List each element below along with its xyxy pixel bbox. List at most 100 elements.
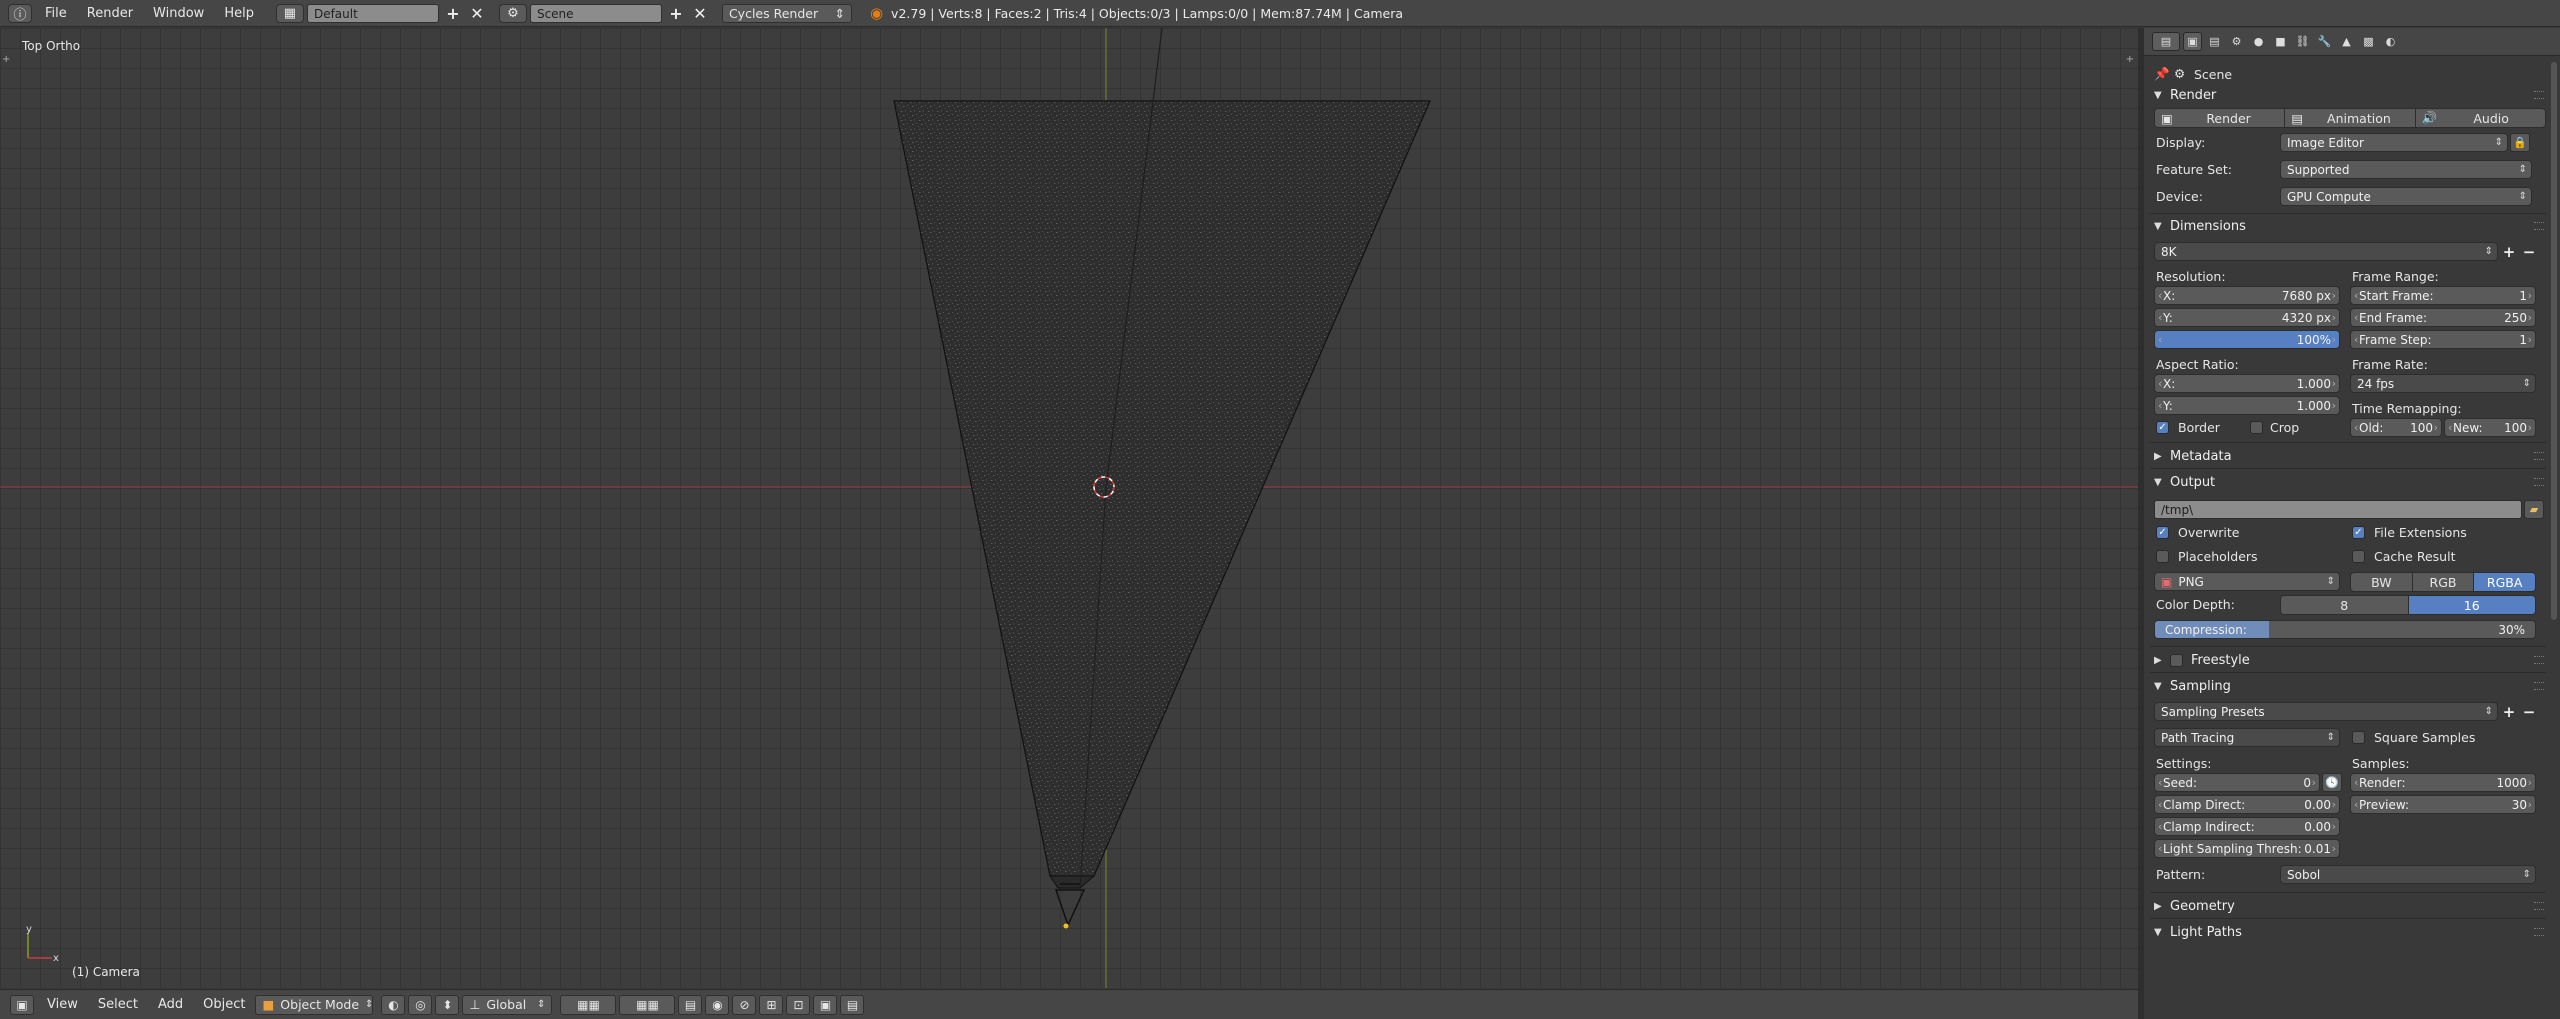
resolution-y-field[interactable]: Y: 4320 px <box>2154 308 2340 327</box>
resolution-x-field[interactable]: X: 7680 px <box>2154 286 2340 305</box>
color-mode-bw[interactable]: BW <box>2351 573 2413 591</box>
object-tab-icon[interactable]: ■ <box>2271 32 2290 51</box>
proportional-edit-icon[interactable]: ◉ <box>705 994 730 1015</box>
frame-rate-select[interactable]: 24 fps <box>2350 374 2536 393</box>
color-mode-rgba[interactable]: RGBA <box>2474 573 2535 591</box>
clamp-direct-field[interactable]: Clamp Direct: 0.00 <box>2154 795 2340 814</box>
render-preview-icon[interactable]: ▣ <box>813 994 838 1015</box>
placeholders-checkbox[interactable] <box>2156 550 2169 563</box>
snap-target-icon[interactable]: ⊡ <box>786 994 811 1015</box>
square-samples-checkbox[interactable] <box>2352 731 2365 744</box>
overwrite-checkbox[interactable]: ✓ <box>2156 526 2169 539</box>
pivot-point-icon[interactable]: ◎ <box>408 994 433 1015</box>
pattern-select[interactable]: Sobol <box>2280 865 2536 884</box>
drag-handle-icon[interactable] <box>2534 928 2544 936</box>
scene-name-field[interactable]: Scene <box>529 3 662 23</box>
mode-select[interactable]: ■ Object Mode ⇕ <box>255 994 374 1015</box>
panel-metadata-header[interactable]: ▶ Metadata <box>2150 444 2546 468</box>
drag-handle-icon[interactable] <box>2534 222 2544 230</box>
drag-handle-icon[interactable] <box>2534 656 2544 664</box>
pin-icon[interactable]: 📌 <box>2154 66 2170 82</box>
layout-name-field[interactable]: Default <box>306 3 439 23</box>
preview-samples-field[interactable]: Preview: 30 <box>2350 795 2536 814</box>
sampling-presets-select[interactable]: Sampling Presets <box>2154 702 2498 721</box>
border-checkbox[interactable]: ✓ <box>2156 421 2169 434</box>
device-select[interactable]: GPU Compute <box>2280 187 2532 206</box>
add-scene-icon[interactable]: + <box>666 4 686 23</box>
scene-tab-icon[interactable]: ⚙ <box>2227 32 2246 51</box>
menu-select[interactable]: Select <box>88 991 148 1018</box>
layers-grid-icon[interactable]: ▦▦ <box>619 994 676 1015</box>
crop-checkbox[interactable] <box>2250 421 2263 434</box>
panel-light-paths-header[interactable]: ▼ Light Paths <box>2150 920 2546 944</box>
time-old-field[interactable]: Old: 100 <box>2350 418 2442 437</box>
screen-layout-icon[interactable]: ▦ <box>275 3 304 23</box>
color-depth-16[interactable]: 16 <box>2408 596 2535 614</box>
color-depth-8[interactable]: 8 <box>2281 596 2409 614</box>
editor-type-icon[interactable]: ▣ <box>10 994 34 1015</box>
aspect-y-field[interactable]: Y: 1.000 <box>2154 396 2340 415</box>
render-preset-select[interactable]: 8K <box>2154 242 2498 261</box>
render-button[interactable]: ▣ Render <box>2155 109 2286 127</box>
add-preset-icon[interactable]: + <box>2500 242 2518 261</box>
clamp-indirect-field[interactable]: Clamp Indirect: 0.00 <box>2154 817 2340 836</box>
shading-mode-icon[interactable]: ◐ <box>381 994 406 1015</box>
seed-field[interactable]: Seed: 0 <box>2154 773 2320 792</box>
3d-viewport[interactable]: Top Ortho + + y x (1) Camera <box>0 28 2138 988</box>
lock-interface-icon[interactable]: 🔒 <box>2510 133 2530 152</box>
color-mode-rgb[interactable]: RGB <box>2412 573 2475 591</box>
layers-grid-icon[interactable]: ▦▦ <box>560 994 617 1015</box>
menu-object[interactable]: Object <box>193 991 255 1018</box>
close-scene-icon[interactable]: ✕ <box>690 4 710 23</box>
drag-handle-icon[interactable] <box>2534 902 2544 910</box>
end-frame-field[interactable]: End Frame: 250 <box>2350 308 2536 327</box>
integrator-select[interactable]: Path Tracing <box>2154 728 2340 747</box>
drag-handle-icon[interactable] <box>2534 91 2544 99</box>
render-samples-field[interactable]: Render: 1000 <box>2350 773 2536 792</box>
aspect-x-field[interactable]: X: 1.000 <box>2154 374 2340 393</box>
drag-handle-icon[interactable] <box>2534 478 2544 486</box>
menu-add[interactable]: Add <box>148 991 193 1018</box>
world-tab-icon[interactable]: ● <box>2249 32 2268 51</box>
snap-element-icon[interactable]: ⊞ <box>759 994 784 1015</box>
remove-preset-icon[interactable]: − <box>2520 702 2538 721</box>
drag-handle-icon[interactable] <box>2534 452 2544 460</box>
panel-geometry-header[interactable]: ▶ Geometry <box>2150 894 2546 918</box>
panel-sampling-header[interactable]: ▼ Sampling <box>2150 674 2546 698</box>
remove-preset-icon[interactable]: − <box>2520 242 2538 261</box>
frame-step-field[interactable]: Frame Step: 1 <box>2350 330 2536 349</box>
lock-layers-icon[interactable]: ▤ <box>678 994 703 1015</box>
panel-freestyle-header[interactable]: ▶ Freestyle <box>2150 648 2546 672</box>
cache-result-checkbox[interactable] <box>2352 550 2365 563</box>
panel-dimensions-header[interactable]: ▼ Dimensions <box>2150 214 2546 238</box>
freestyle-checkbox[interactable] <box>2170 653 2183 667</box>
start-frame-field[interactable]: Start Frame: 1 <box>2350 286 2536 305</box>
info-editor-type-icon[interactable]: ⓘ <box>8 3 32 23</box>
panel-render-header[interactable]: ▼ Render <box>2150 83 2546 107</box>
drag-handle-icon[interactable] <box>2534 682 2544 690</box>
resolution-percent-field[interactable]: 100% <box>2154 330 2340 349</box>
add-layout-icon[interactable]: + <box>443 4 463 23</box>
render-animation-icon[interactable]: ▤ <box>840 994 865 1015</box>
feature-set-select[interactable]: Supported <box>2280 160 2532 179</box>
folder-icon[interactable]: ▰ <box>2524 500 2544 519</box>
light-sampling-threshold-field[interactable]: Light Sampling Thresh:0.01 <box>2154 839 2340 858</box>
modifiers-tab-icon[interactable]: 🔧 <box>2315 32 2334 51</box>
panel-output-header[interactable]: ▼ Output <box>2150 470 2546 494</box>
animated-seed-icon[interactable]: 🕓 <box>2322 773 2342 792</box>
constraints-tab-icon[interactable]: ⛓ <box>2293 32 2312 51</box>
snap-icon[interactable]: ⊘ <box>732 994 757 1015</box>
editor-type-icon[interactable]: ▤ <box>2152 32 2180 51</box>
display-select[interactable]: Image Editor <box>2280 133 2508 152</box>
menu-help[interactable]: Help <box>214 0 264 27</box>
render-layers-tab-icon[interactable]: ▤ <box>2205 32 2224 51</box>
menu-file[interactable]: File <box>35 0 77 27</box>
scene-icon[interactable]: ⚙ <box>498 3 527 23</box>
compression-slider[interactable]: Compression: 30% <box>2154 620 2536 639</box>
render-tab-icon[interactable]: ▣ <box>2183 32 2202 51</box>
physics-tab-icon[interactable]: ◐ <box>2381 32 2400 51</box>
menu-view[interactable]: View <box>37 991 88 1018</box>
audio-button[interactable]: 🔊 Audio <box>2415 109 2545 127</box>
file-extensions-checkbox[interactable]: ✓ <box>2352 526 2365 539</box>
menu-window[interactable]: Window <box>143 0 214 27</box>
